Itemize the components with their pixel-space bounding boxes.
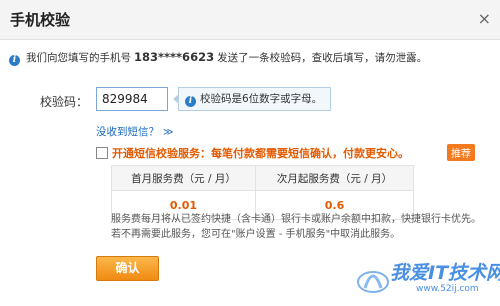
watermark-logo-icon <box>357 271 389 293</box>
notice-suffix: 发送了一条校验码，查收后填写，请勿泄露。 <box>217 52 428 64</box>
later-month-fee-header: 次月起服务费（元 / 月） <box>254 165 415 191</box>
enable-sms-service-checkbox[interactable] <box>96 147 108 159</box>
code-format-hint: i 校验码是6位数字或字母。 <box>172 87 332 111</box>
masked-phone-number: 183****6623 <box>134 50 215 64</box>
info-icon: i <box>185 96 196 107</box>
notice-prefix: 我们向您填写的手机号 <box>26 52 131 64</box>
dialog-header: 手机校验 × <box>0 0 500 40</box>
info-icon: i <box>9 55 20 66</box>
confirm-button[interactable]: 确认 <box>96 256 159 281</box>
no-sms-received-link[interactable]: 没收到短信？ ≫ <box>96 124 173 139</box>
no-sms-link-text[interactable]: 没收到短信？ <box>96 126 159 138</box>
chevron-down-icon[interactable]: ≫ <box>163 127 173 138</box>
site-watermark: 我爱IT技术网 www.52ij.com <box>356 258 500 298</box>
code-label: 校验码： <box>40 95 89 109</box>
table-header-row: 首月服务费（元 / 月） 次月起服务费（元 / 月） <box>111 165 415 191</box>
description-line-2: 若不再需要此服务，您可在"账户设置 - 手机服务"中取消此服务。 <box>111 229 401 240</box>
description-line-1: 服务费每月将从已签约快捷（含卡通）银行卡或账户余额中扣款，快捷银行卡优先。 <box>111 214 481 225</box>
first-month-fee-header: 首月服务费（元 / 月） <box>111 165 256 191</box>
sms-service-promo-text: 开通短信校验服务：每笔付款都需要短信确认，付款更安心。 <box>112 147 409 160</box>
service-description: 服务费每月将从已签约快捷（含卡通）银行卡或账户余额中扣款，快捷银行卡优先。 若不… <box>111 212 481 242</box>
sms-sent-notice: i 我们向您填写的手机号 183****6623 发送了一条校验码，查收后填写，请勿泄… <box>9 50 427 66</box>
watermark-url: www.52ij.com <box>416 284 479 294</box>
watermark-text: 我爱IT技术网 <box>390 262 500 284</box>
close-icon[interactable]: × <box>478 9 491 28</box>
verification-code-input[interactable] <box>96 87 168 111</box>
dialog-title: 手机校验 <box>10 11 71 29</box>
hint-text: 校验码是6位数字或字母。 <box>200 93 323 105</box>
recommended-badge: 推荐 <box>447 144 475 161</box>
